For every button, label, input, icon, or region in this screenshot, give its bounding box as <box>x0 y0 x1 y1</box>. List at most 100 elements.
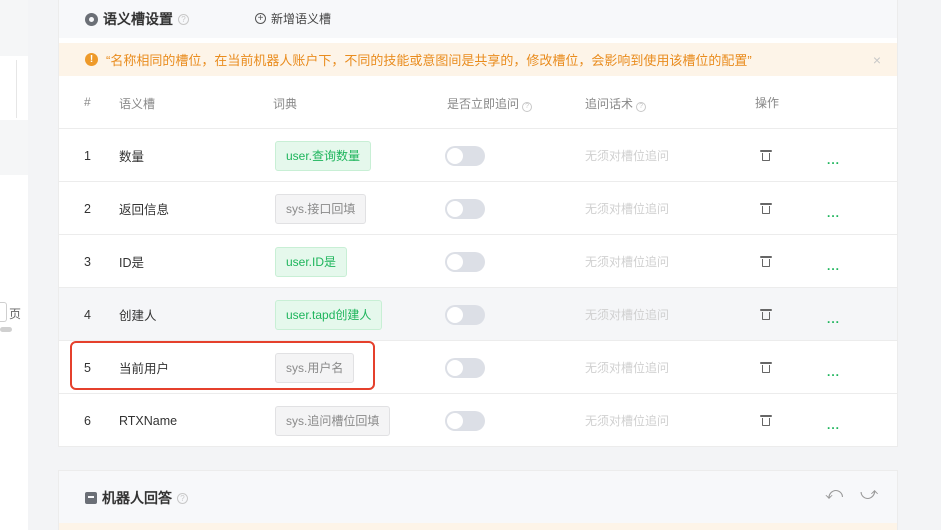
more-button[interactable]: ... <box>827 198 840 220</box>
row-index: 5 <box>84 360 91 375</box>
dict-cell: sys.接口回填 <box>275 182 367 235</box>
col-followup-label: 追问话术 <box>585 97 634 111</box>
dict-cell: user.tapd创建人 <box>275 288 383 341</box>
redo-icon[interactable]: ⤻ <box>860 484 878 504</box>
more-button[interactable]: ... <box>827 145 840 167</box>
dictionary-tag[interactable]: sys.接口回填 <box>275 193 367 224</box>
slot-name: 返回信息 <box>119 203 170 217</box>
left-panel-divider <box>16 60 17 118</box>
ask-now-toggle[interactable] <box>445 145 485 166</box>
robot-answer-header: 机器人回答 ? ⤺ ⤻ <box>59 471 897 523</box>
delete-cell <box>760 394 772 447</box>
robot-answer-title-text: 机器人回答 <box>102 490 172 506</box>
dictionary-tag[interactable]: user.查询数量 <box>275 140 372 171</box>
robot-answer-notice <box>59 523 897 530</box>
robot-answer-title: 机器人回答 ? <box>85 488 188 508</box>
page-number-input[interactable] <box>0 302 7 322</box>
followup-text: 无须对槽位追问 <box>585 149 670 163</box>
slot-name: 当前用户 <box>119 362 170 376</box>
robot-icon <box>85 492 97 504</box>
trash-icon[interactable] <box>760 415 772 426</box>
trash-icon[interactable] <box>760 256 772 267</box>
col-slot-name: 语义槽 <box>119 97 156 111</box>
page-label: 页 <box>9 307 22 321</box>
plus-circle-icon: + <box>255 13 266 24</box>
slot-settings-header: 语义槽设置 ? + 新增语义槽 <box>59 0 897 38</box>
more-cell: ... <box>827 341 840 394</box>
ask-now-toggle[interactable] <box>445 251 485 272</box>
help-circle-icon[interactable]: ? <box>177 492 188 504</box>
delete-cell <box>760 182 772 235</box>
col-action: 操作 <box>755 96 780 110</box>
delete-cell <box>760 129 772 182</box>
close-icon[interactable]: × <box>873 52 881 68</box>
more-button[interactable]: ... <box>827 304 840 326</box>
col-ask-now: 是否立即追问? <box>447 95 533 112</box>
dictionary-tag[interactable]: user.tapd创建人 <box>275 299 383 330</box>
row-index: 4 <box>84 307 91 322</box>
dict-cell: user.ID是 <box>275 235 348 288</box>
table-row: 4 创建人 user.tapd创建人 无须对槽位追问 ... <box>59 288 897 341</box>
add-slot-label: 新增语义槽 <box>271 12 332 26</box>
slot-table: # 语义槽 词典 是否立即追问? 追问话术? 操作 1 数量 user.查询数量… <box>59 76 897 447</box>
ask-now-toggle[interactable] <box>445 410 485 431</box>
more-cell: ... <box>827 394 840 447</box>
help-circle-icon[interactable]: ? <box>178 13 189 25</box>
slot-name: 创建人 <box>119 309 157 323</box>
horizontal-scrollbar[interactable] <box>0 327 12 332</box>
dict-cell: user.查询数量 <box>275 129 372 182</box>
ask-now-toggle[interactable] <box>445 198 485 219</box>
col-index: # <box>84 95 91 109</box>
slot-settings-title-text: 语义槽设置 <box>103 11 173 27</box>
dictionary-tag[interactable]: sys.用户名 <box>275 352 355 383</box>
left-panel: 页 <box>0 0 28 530</box>
trash-icon[interactable] <box>760 150 772 161</box>
ask-now-toggle[interactable] <box>445 304 485 325</box>
more-button[interactable]: ... <box>827 357 840 379</box>
left-panel-block <box>0 0 28 56</box>
more-cell: ... <box>827 182 840 235</box>
undo-icon[interactable]: ⤺ <box>825 484 843 504</box>
ask-now-toggle[interactable] <box>445 357 485 378</box>
more-button[interactable]: ... <box>827 251 840 273</box>
add-slot-button[interactable]: + 新增语义槽 <box>255 10 331 27</box>
more-button[interactable]: ... <box>827 410 840 432</box>
help-circle-icon[interactable]: ? <box>636 102 647 112</box>
toggle-cell <box>445 182 485 235</box>
toggle-cell <box>445 288 485 341</box>
shared-slot-alert: ! “名称相同的槽位，在当前机器人账户下，不同的技能或意图间是共享的，修改槽位，… <box>59 43 897 76</box>
followup-text: 无须对槽位追问 <box>585 255 670 269</box>
dictionary-tag[interactable]: sys.追问槽位回填 <box>275 405 391 436</box>
table-header: # 语义槽 词典 是否立即追问? 追问话术? 操作 <box>59 76 897 129</box>
warning-icon: ! <box>85 53 98 66</box>
slot-name: 数量 <box>119 150 145 164</box>
slot-name: RTXName <box>119 413 178 428</box>
trash-icon[interactable] <box>760 309 772 320</box>
alert-text: “名称相同的槽位，在当前机器人账户下，不同的技能或意图间是共享的，修改槽位，会影… <box>106 53 752 68</box>
gear-icon <box>85 12 98 26</box>
table-row: 2 返回信息 sys.接口回填 无须对槽位追问 ... <box>59 182 897 235</box>
col-followup: 追问话术? <box>585 95 647 112</box>
followup-text: 无须对槽位追问 <box>585 202 670 216</box>
robot-answer-card: 机器人回答 ? ⤺ ⤻ <box>58 470 898 530</box>
more-cell: ... <box>827 235 840 288</box>
help-circle-icon[interactable]: ? <box>522 102 533 112</box>
table-row: 5 当前用户 sys.用户名 无须对槽位追问 ... <box>59 341 897 394</box>
toggle-cell <box>445 394 485 447</box>
followup-text: 无须对槽位追问 <box>585 414 670 428</box>
row-index: 1 <box>84 148 91 163</box>
trash-icon[interactable] <box>760 203 772 214</box>
delete-cell <box>760 341 772 394</box>
toggle-cell <box>445 341 485 394</box>
dict-cell: sys.追问槽位回填 <box>275 394 391 447</box>
left-panel-block <box>0 120 28 175</box>
dictionary-tag[interactable]: user.ID是 <box>275 246 348 277</box>
more-cell: ... <box>827 129 840 182</box>
toggle-cell <box>445 129 485 182</box>
row-index: 6 <box>84 413 91 428</box>
delete-cell <box>760 288 772 341</box>
table-row: 6 RTXName sys.追问槽位回填 无须对槽位追问 ... <box>59 394 897 447</box>
trash-icon[interactable] <box>760 362 772 373</box>
col-ask-now-label: 是否立即追问 <box>447 97 520 111</box>
delete-cell <box>760 235 772 288</box>
